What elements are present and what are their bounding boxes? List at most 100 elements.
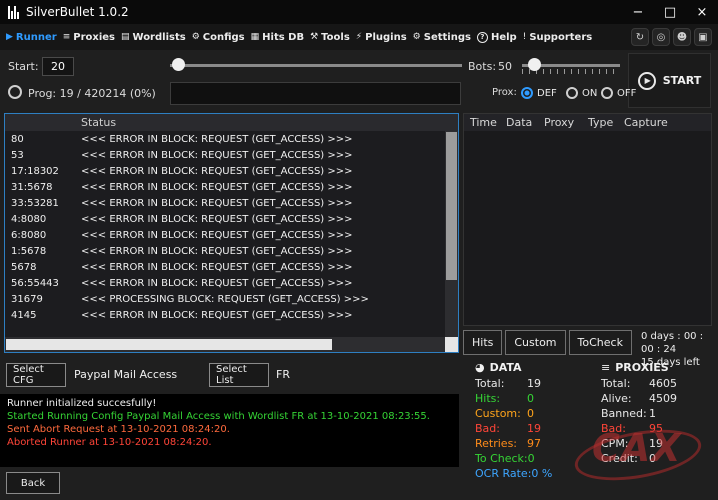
stat-row: Banned:1 [601, 406, 715, 421]
log-status: <<< ERROR IN BLOCK: REQUEST (GET_ACCESS)… [77, 278, 445, 289]
bots-slider[interactable] [522, 58, 620, 74]
log-row[interactable]: 31:5678<<< ERROR IN BLOCK: REQUEST (GET_… [5, 179, 445, 195]
horizontal-scrollbar-thumb[interactable] [6, 339, 332, 350]
back-button[interactable]: Back [6, 472, 60, 494]
log-row[interactable]: 53<<< ERROR IN BLOCK: REQUEST (GET_ACCES… [5, 147, 445, 163]
log-row[interactable]: 56:55443<<< ERROR IN BLOCK: REQUEST (GET… [5, 275, 445, 291]
menu-wordlists[interactable]: ▤Wordlists [121, 32, 186, 43]
menu-supporters[interactable]: !Supporters [523, 32, 593, 43]
console-line: Runner initialized succesfully! [7, 397, 452, 410]
log-row[interactable]: 17:18302<<< ERROR IN BLOCK: REQUEST (GET… [5, 163, 445, 179]
minimize-button[interactable]: − [622, 0, 654, 24]
select-list-button[interactable]: Select List [209, 363, 269, 387]
prox-off-label[interactable]: OFF [617, 88, 636, 99]
menu-label: Wordlists [133, 32, 186, 43]
stat-row: OCR Rate:0 % [475, 466, 589, 481]
log-row[interactable]: 4145<<< ERROR IN BLOCK: REQUEST (GET_ACC… [5, 307, 445, 323]
stat-label: To Check: [475, 451, 528, 466]
stat-value: 0 [527, 406, 534, 421]
log-row[interactable]: 6:8080<<< ERROR IN BLOCK: REQUEST (GET_A… [5, 227, 445, 243]
prox-def-radio[interactable] [521, 87, 533, 99]
tab-tocheck[interactable]: ToCheck [569, 330, 632, 355]
log-row[interactable]: 31679<<< PROCESSING BLOCK: REQUEST (GET_… [5, 291, 445, 307]
menu-label: Help [491, 32, 517, 43]
menu-runner[interactable]: ▶Runner [6, 32, 57, 43]
log-col-status-header: Status [77, 116, 458, 129]
stat-label: Alive: [601, 391, 649, 406]
stat-value: 19 [527, 421, 541, 436]
log-status: <<< ERROR IN BLOCK: REQUEST (GET_ACCESS)… [77, 182, 445, 193]
log-status: <<< ERROR IN BLOCK: REQUEST (GET_ACCESS)… [77, 230, 445, 241]
app-logo-icon [8, 5, 19, 19]
proxies-stats-title: ≡PROXIES [601, 358, 715, 376]
prox-def-label[interactable]: DEF [537, 88, 557, 99]
stats-title-label: PROXIES [615, 361, 669, 374]
stat-value: 0 % [531, 466, 552, 481]
camera-icon[interactable]: ◎ [652, 28, 670, 46]
stats-section: ◕DATA Total:19 Hits:0 Custom:0 Bad:19 Re… [463, 358, 715, 481]
wordlist-position-input[interactable] [170, 82, 461, 105]
prox-off-radio[interactable] [601, 87, 613, 99]
log-row[interactable]: 33:53281<<< ERROR IN BLOCK: REQUEST (GET… [5, 195, 445, 211]
elapsed-time: 0 days : 00 : 00 : 24 [641, 330, 718, 356]
menu-tools[interactable]: ⚒Tools [310, 32, 350, 43]
stat-value: 19 [527, 376, 541, 391]
config-name: Paypal Mail Access [74, 368, 177, 381]
maximize-button[interactable]: □ [654, 0, 686, 24]
proxies-stats: ≡PROXIES Total:4605 Alive:4509 Banned:1 … [589, 358, 715, 481]
vertical-scrollbar-thumb[interactable] [446, 132, 457, 280]
play-circle-icon: ▶ [638, 72, 656, 90]
log-row[interactable]: 1:5678<<< ERROR IN BLOCK: REQUEST (GET_A… [5, 243, 445, 259]
hits-table-header: Time Data Proxy Type Capture [464, 114, 711, 131]
log-proxy: 4:8080 [5, 214, 77, 225]
vertical-scrollbar[interactable] [445, 131, 458, 337]
menu-configs[interactable]: ⚙Configs [192, 32, 245, 43]
apps-icon[interactable]: ▣ [694, 28, 712, 46]
start-count-input[interactable] [42, 57, 74, 76]
stat-label: Credit: [601, 451, 649, 466]
menu-settings[interactable]: ⚙Settings [413, 32, 471, 43]
hits-col-time: Time [464, 116, 500, 129]
stat-row: Total:4605 [601, 376, 715, 391]
prox-on-label[interactable]: ON [582, 88, 597, 99]
log-table-body: 80<<< ERROR IN BLOCK: REQUEST (GET_ACCES… [5, 131, 445, 337]
stat-label: Banned: [601, 406, 649, 421]
menu-help[interactable]: ?Help [477, 32, 517, 43]
configs-icon: ⚙ [192, 32, 200, 42]
discord-icon[interactable]: ☻ [673, 28, 691, 46]
wordlist-name: FR [276, 368, 290, 381]
tab-custom[interactable]: Custom [505, 330, 565, 355]
bots-slider-thumb[interactable] [528, 58, 541, 71]
stat-row: Bad:19 [475, 421, 589, 436]
progress-radio[interactable] [8, 85, 22, 99]
data-stats-title: ◕DATA [475, 358, 589, 376]
start-button[interactable]: ▶ START [628, 53, 711, 108]
start-slider-thumb[interactable] [172, 58, 185, 71]
close-button[interactable]: × [686, 0, 718, 24]
menu-label: Runner [16, 32, 57, 43]
wordlists-icon: ▤ [121, 32, 130, 42]
select-config-button[interactable]: Select CFG [6, 363, 66, 387]
log-proxy: 31:5678 [5, 182, 77, 193]
horizontal-scrollbar[interactable] [5, 337, 445, 352]
log-row[interactable]: 80<<< ERROR IN BLOCK: REQUEST (GET_ACCES… [5, 131, 445, 147]
window-controls: − □ × [622, 0, 718, 24]
menu-plugins[interactable]: ⚡Plugins [356, 32, 407, 43]
console-line: Sent Abort Request at 13-10-2021 08:24:2… [7, 423, 452, 436]
history-icon[interactable]: ↻ [631, 28, 649, 46]
menu-hits-db[interactable]: ▦Hits DB [251, 32, 304, 43]
console-line: Aborted Runner at 13-10-2021 08:24:20. [7, 436, 452, 449]
menu-label: Configs [203, 32, 245, 43]
menu-proxies[interactable]: ≡Proxies [63, 32, 115, 43]
stat-value: 0 [649, 451, 656, 466]
log-status: <<< ERROR IN BLOCK: REQUEST (GET_ACCESS)… [77, 310, 445, 321]
log-row[interactable]: 5678<<< ERROR IN BLOCK: REQUEST (GET_ACC… [5, 259, 445, 275]
tab-hits[interactable]: Hits [463, 330, 502, 355]
start-slider-track[interactable] [170, 64, 462, 67]
log-row[interactable]: 4:8080<<< ERROR IN BLOCK: REQUEST (GET_A… [5, 211, 445, 227]
start-slider[interactable] [170, 58, 462, 74]
log-status: <<< ERROR IN BLOCK: REQUEST (GET_ACCESS)… [77, 214, 445, 225]
prox-on-radio[interactable] [566, 87, 578, 99]
app-window: SilverBullet 1.0.2 − □ × ▶Runner ≡Proxie… [0, 0, 718, 500]
hits-col-data: Data [500, 116, 538, 129]
